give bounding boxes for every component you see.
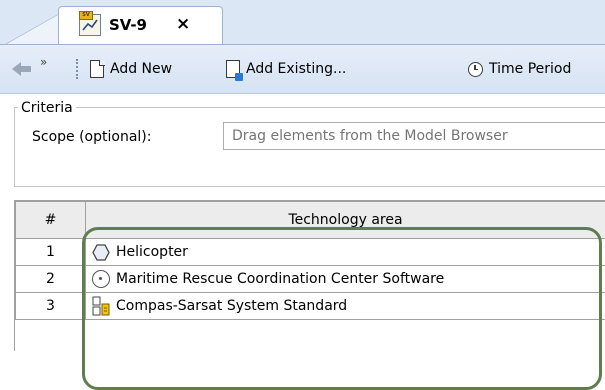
row-name-cell[interactable]: Maritime Rescue Coordination Center Soft…	[86, 266, 605, 293]
row-name: Maritime Rescue Coordination Center Soft…	[116, 271, 444, 287]
add-existing-button[interactable]: Add Existing...	[226, 59, 346, 79]
column-header-number[interactable]: #	[16, 202, 86, 239]
time-period-button[interactable]: Time Period	[468, 59, 571, 79]
row-name: Compas-Sarsat System Standard	[116, 298, 347, 314]
add-existing-label: Add Existing...	[246, 61, 346, 77]
add-new-button[interactable]: Add New	[90, 59, 172, 79]
diagram-icon: SV	[79, 14, 101, 36]
sv9-panel: » Add New Add Existing... Time Period Cr…	[0, 44, 605, 350]
clock-icon	[468, 62, 483, 77]
standard-icon	[92, 296, 110, 316]
software-icon	[92, 270, 110, 288]
row-number: 3	[16, 293, 86, 320]
row-number: 1	[16, 239, 86, 266]
toolbar-overflow-icon[interactable]: »	[40, 55, 45, 69]
row-name-cell[interactable]: Helicopter	[86, 239, 605, 266]
table-row[interactable]: 2 Maritime Rescue Coordination Center So…	[16, 266, 605, 293]
row-number: 2	[16, 266, 86, 293]
technology-table: # Technology area 1 Helicopter	[14, 200, 605, 351]
row-name: Helicopter	[116, 244, 188, 260]
scope-label: Scope (optional):	[32, 129, 151, 145]
criteria-group: Criteria Scope (optional):	[14, 107, 605, 187]
add-new-label: Add New	[110, 61, 172, 77]
hexagon-icon	[92, 244, 110, 261]
tab-slant-decoration	[6, 10, 66, 44]
scope-input[interactable]	[223, 122, 605, 150]
table-row[interactable]: 1 Helicopter	[16, 239, 605, 266]
criteria-legend: Criteria	[18, 100, 76, 116]
toolbar-separator	[76, 59, 81, 79]
column-header-technology-area[interactable]: Technology area	[86, 202, 605, 239]
back-arrow-icon[interactable]	[12, 61, 32, 77]
time-period-label: Time Period	[489, 61, 571, 77]
row-name-cell[interactable]: Compas-Sarsat System Standard	[86, 293, 605, 320]
tab-sv9[interactable]: SV SV-9 ×	[58, 6, 223, 44]
close-icon[interactable]: ×	[176, 14, 190, 34]
tab-strip: SV SV-9 ×	[0, 0, 605, 44]
new-document-icon	[90, 60, 104, 78]
toolbar: » Add New Add Existing... Time Period	[0, 45, 605, 94]
tab-title: SV-9	[109, 16, 147, 34]
table-row[interactable]: 3 Compas-Sarsat System Standard	[16, 293, 605, 320]
existing-document-icon	[226, 60, 240, 78]
